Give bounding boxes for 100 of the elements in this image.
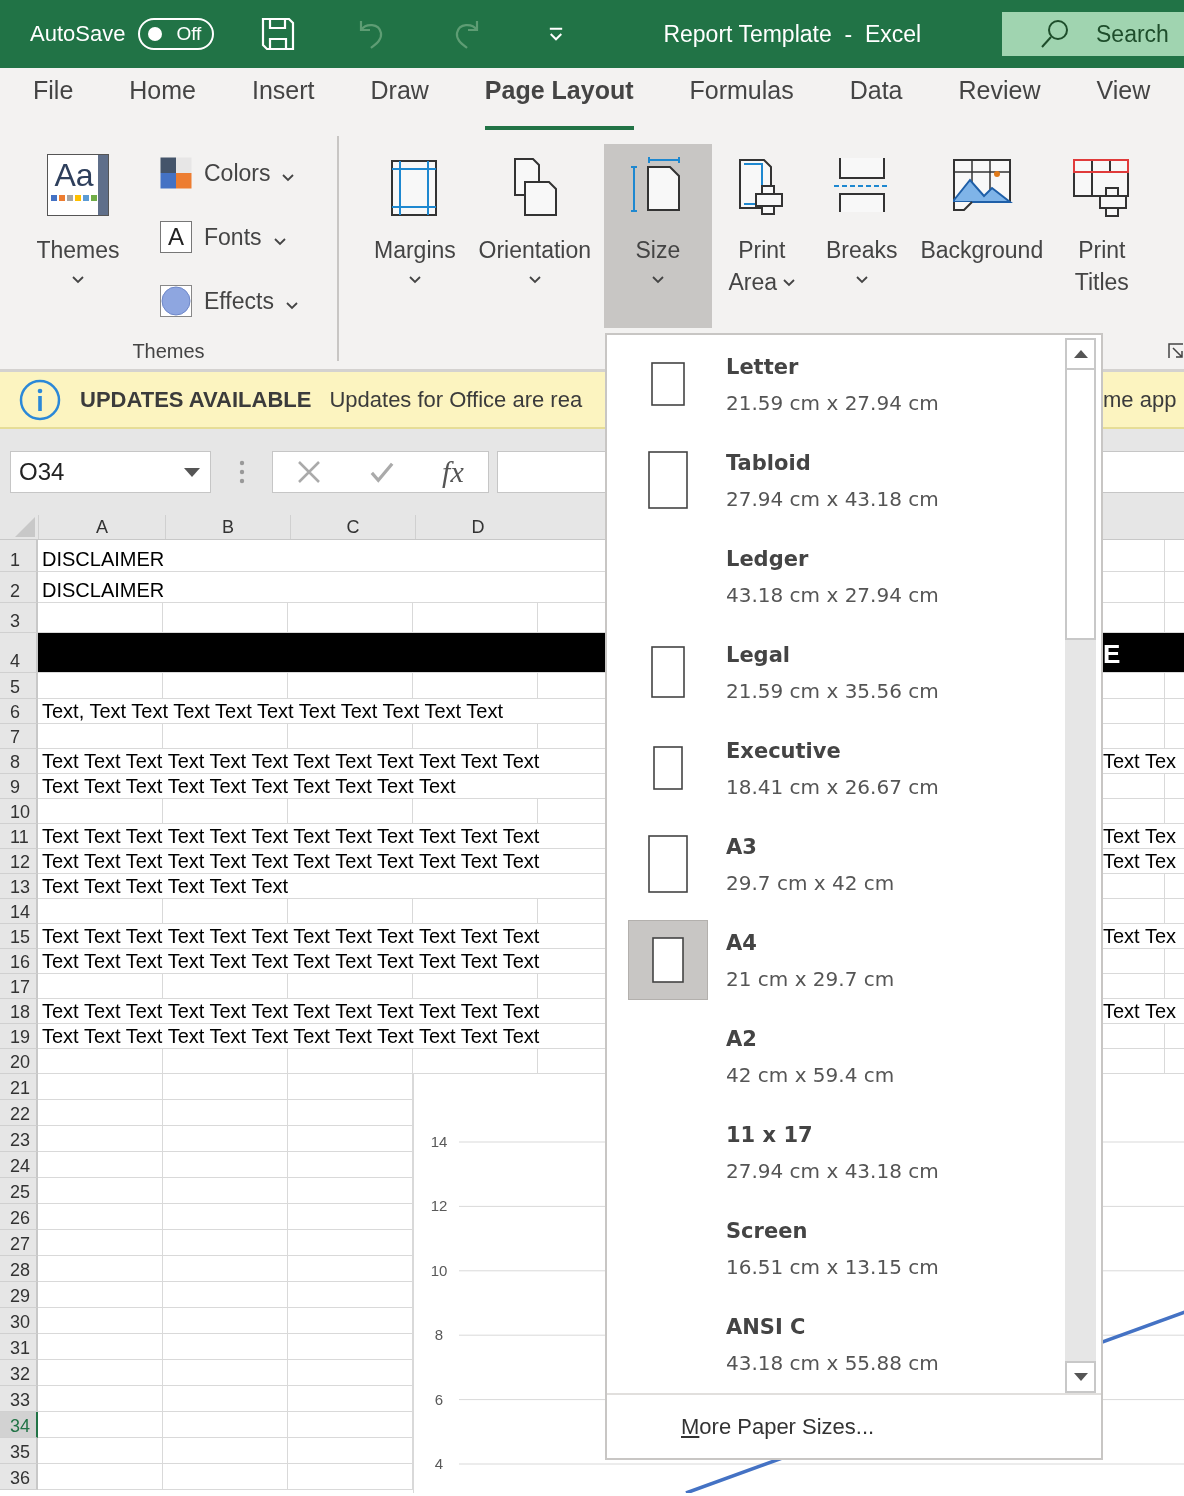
ribbon-tab[interactable]: Home [129, 74, 196, 130]
row-header[interactable]: 16 [0, 949, 38, 974]
row-header[interactable]: 8 [0, 749, 38, 774]
row-header[interactable]: 2 [0, 572, 38, 603]
scrollbar[interactable] [1065, 338, 1096, 1393]
menu-item[interactable]: Executive 18.41 cm x 26.67 cm [607, 724, 1065, 820]
insert-function-button[interactable]: fx [442, 455, 464, 489]
themes-button[interactable]: Aa Themes [26, 144, 130, 328]
save-icon[interactable] [261, 17, 296, 51]
row-header[interactable]: 13 [0, 874, 38, 899]
row-header[interactable]: 30 [0, 1308, 38, 1334]
more-paper-sizes-link[interactable]: More Paper Sizes... [681, 1413, 875, 1440]
row-header[interactable]: 15 [0, 924, 38, 949]
menu-item[interactable]: Screen 16.51 cm x 13.15 cm [607, 1204, 1065, 1300]
margins-button[interactable]: Margins [364, 144, 466, 328]
row-header[interactable]: 23 [0, 1126, 38, 1152]
cell-text: Text Text Text Text Text Text [41, 874, 289, 898]
row-header[interactable]: 26 [0, 1204, 38, 1230]
row-header[interactable]: 31 [0, 1334, 38, 1360]
row-header[interactable]: 3 [0, 603, 38, 633]
dialog-launcher-icon[interactable] [1168, 343, 1184, 359]
row-header[interactable]: 11 [0, 824, 38, 849]
column-header[interactable]: D [415, 515, 540, 539]
notification-message: me app [1103, 386, 1178, 413]
breaks-button[interactable]: Breaks [811, 144, 912, 328]
menu-item[interactable]: A3 29.7 cm x 42 cm [607, 820, 1065, 916]
ribbon-tab[interactable]: View [1096, 74, 1151, 130]
cell-text: Text Text Text Text Text Text Text Text Text Text Text Text [41, 999, 540, 1023]
cell-text: Text Tex [1103, 749, 1176, 773]
row-header[interactable]: 34 [0, 1412, 38, 1438]
menu-item[interactable]: Ledger 43.18 cm x 27.94 cm [607, 532, 1065, 628]
menu-item[interactable]: A4 21 cm x 29.7 cm [607, 916, 1065, 1012]
search-button[interactable]: Search [1002, 12, 1184, 56]
scroll-down-button[interactable] [1065, 1361, 1096, 1393]
print-titles-button[interactable]: Print Titles [1051, 144, 1152, 328]
scroll-up-button[interactable] [1065, 338, 1096, 370]
row-header[interactable]: 5 [0, 673, 38, 699]
paper-size-dimensions: 27.94 cm x 43.18 cm [726, 1158, 939, 1184]
menu-item[interactable]: Legal 21.59 cm x 35.56 cm [607, 628, 1065, 724]
colors-button[interactable]: Colors [160, 157, 298, 189]
orientation-button[interactable]: Orientation [465, 144, 604, 328]
row-header[interactable]: 21 [0, 1074, 38, 1100]
row-header[interactable]: 33 [0, 1386, 38, 1412]
fonts-button[interactable]: A Fonts [160, 221, 298, 253]
select-all-icon[interactable] [15, 517, 35, 537]
print-area-button[interactable]: Print Area [711, 144, 812, 328]
row-header[interactable]: 36 [0, 1464, 38, 1490]
paper-size-dimensions: 21.59 cm x 35.56 cm [726, 678, 939, 704]
row-header[interactable]: 7 [0, 724, 38, 749]
menu-item[interactable]: A2 42 cm x 59.4 cm [607, 1012, 1065, 1108]
ribbon-tab[interactable]: Draw [370, 74, 429, 130]
size-button[interactable]: Size [603, 144, 712, 328]
axis-tick-label: 14 [430, 1133, 448, 1150]
row-header[interactable]: 27 [0, 1230, 38, 1256]
cell-text: Text, Text Text Text Text Text Text Text Text Text Text [41, 699, 503, 723]
ribbon-tab[interactable]: Formulas [689, 74, 794, 130]
row-header[interactable]: 14 [0, 899, 38, 924]
info-icon [19, 378, 61, 421]
menu-item[interactable]: 11 x 17 27.94 cm x 43.18 cm [607, 1108, 1065, 1204]
notification-message: Updates for Office are rea [329, 386, 583, 413]
column-header[interactable]: C [290, 515, 415, 539]
scrollbar-thumb[interactable] [1065, 370, 1096, 640]
menu-item[interactable]: Tabloid 27.94 cm x 43.18 cm [607, 436, 1065, 532]
row-header[interactable]: 4 [0, 633, 38, 673]
ribbon-tab[interactable]: Review [958, 74, 1041, 130]
row-header[interactable]: 18 [0, 999, 38, 1024]
row-header[interactable]: 12 [0, 849, 38, 874]
ribbon-tab[interactable]: Data [849, 74, 903, 130]
row-header[interactable]: 32 [0, 1360, 38, 1386]
row-header[interactable]: 35 [0, 1438, 38, 1464]
ribbon-tab[interactable]: File [33, 74, 74, 130]
check-icon[interactable] [369, 460, 394, 484]
paper-size-name: A3 [726, 834, 758, 860]
menu-item[interactable]: ANSI C 43.18 cm x 55.88 cm [607, 1300, 1065, 1393]
drag-handle-icon[interactable] [239, 460, 245, 484]
row-header[interactable]: 25 [0, 1178, 38, 1204]
cell-text: Text Text Text Text Text Text Text Text Text Text Text Text [41, 749, 540, 773]
row-header[interactable]: 1 [0, 540, 38, 572]
row-header[interactable]: 28 [0, 1256, 38, 1282]
row-header[interactable]: 19 [0, 1024, 38, 1049]
dropdown-arrow-icon [184, 467, 200, 477]
row-header[interactable]: 20 [0, 1049, 38, 1074]
ribbon-tab[interactable]: Insert [252, 74, 315, 130]
row-header[interactable]: 22 [0, 1100, 38, 1126]
column-header[interactable]: A [38, 515, 165, 539]
row-header[interactable]: 6 [0, 699, 38, 724]
paper-size-dimensions: 21.59 cm x 27.94 cm [726, 390, 939, 416]
row-header[interactable]: 9 [0, 774, 38, 799]
background-button[interactable]: Background [911, 144, 1052, 328]
column-header[interactable]: B [165, 515, 290, 539]
row-header[interactable]: 29 [0, 1282, 38, 1308]
menu-item[interactable]: Letter 21.59 cm x 27.94 cm [607, 340, 1065, 436]
row-header[interactable]: 10 [0, 799, 38, 824]
cancel-icon[interactable] [297, 460, 322, 484]
row-header[interactable]: 24 [0, 1152, 38, 1178]
cell-text: DISCLAIMER [41, 578, 165, 602]
autosave-toggle[interactable]: Off [138, 18, 215, 50]
name-box[interactable]: O34 [10, 451, 211, 493]
row-header[interactable]: 17 [0, 974, 38, 999]
effects-button[interactable]: Effects [160, 285, 298, 317]
